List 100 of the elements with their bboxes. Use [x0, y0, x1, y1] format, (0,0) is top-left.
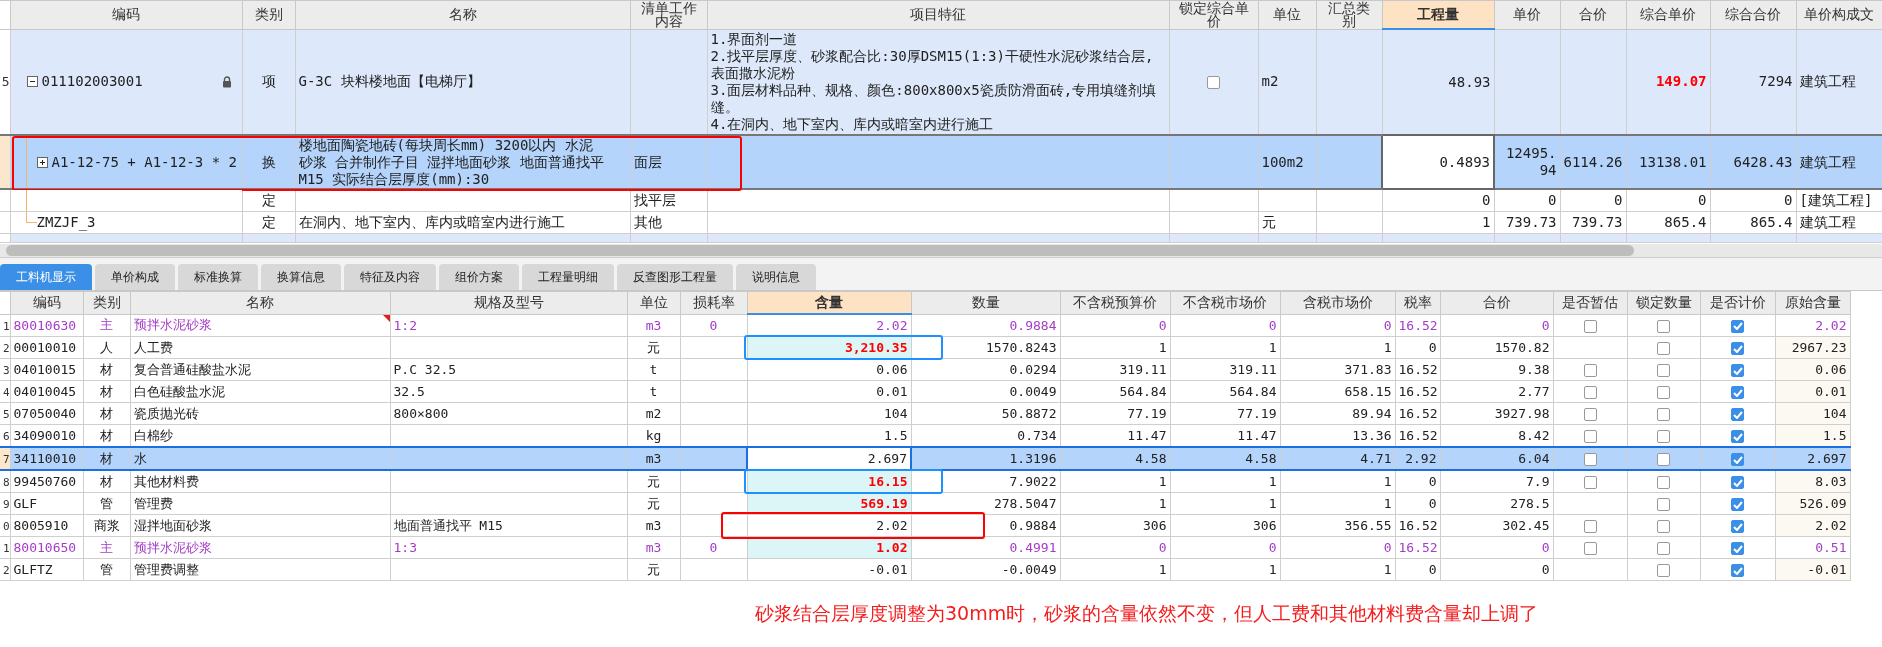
checkbox[interactable] — [1657, 319, 1670, 333]
column-header[interactable]: 编码 — [10, 291, 83, 314]
table-cell: 16.52 — [1398, 317, 1438, 333]
column-header[interactable]: 损耗率 — [680, 291, 747, 314]
checkbox[interactable] — [1583, 386, 1597, 399]
column-header[interactable]: 单位 — [1258, 0, 1316, 29]
table-cell: 80010650 — [13, 540, 77, 555]
table-cell: 预拌水泥砂浆 — [133, 539, 212, 555]
checkbox[interactable] — [1731, 408, 1744, 421]
tab[interactable]: 反查图形工程量 — [617, 264, 733, 290]
annotation-text: 砂浆结合层厚度调整为30mm时，砂浆的含量依然不变，但人工费和其他材料费含量却上调了 — [755, 601, 1540, 626]
table-cell: 瓷质抛光砖 — [133, 405, 199, 421]
column-header[interactable]: 工程量 — [1382, 0, 1494, 29]
column-header[interactable]: 锁定数量 — [1627, 291, 1700, 314]
checkbox[interactable] — [1657, 430, 1670, 443]
column-header[interactable]: 项目特征 — [707, 0, 1169, 29]
tab[interactable]: 标准换算 — [178, 264, 258, 290]
expand-icon[interactable] — [36, 156, 48, 168]
checkbox[interactable] — [1731, 386, 1744, 399]
checkbox[interactable] — [1731, 520, 1744, 533]
scrollbar-thumb[interactable] — [6, 245, 1634, 256]
checkmark-icon — [1732, 388, 1743, 397]
table-cell: 0 — [1784, 192, 1793, 208]
checkbox[interactable] — [1731, 498, 1744, 511]
table-cell: 526.09 — [1799, 496, 1847, 511]
row-number: 5 — [1, 74, 9, 90]
checkbox[interactable] — [1731, 542, 1744, 555]
column-header[interactable]: 类别 — [83, 291, 130, 314]
checkmark-icon — [1732, 344, 1743, 353]
checkbox[interactable] — [1657, 542, 1670, 555]
table-cell: 9.38 — [1518, 362, 1550, 377]
column-header[interactable]: 单价构成文 — [1796, 0, 1882, 29]
checkbox[interactable] — [1207, 75, 1220, 89]
checkbox[interactable] — [1583, 453, 1597, 466]
checkbox[interactable] — [1731, 564, 1744, 577]
checkbox[interactable] — [1657, 453, 1670, 466]
tab[interactable]: 特征及内容 — [344, 264, 436, 290]
column-header[interactable]: 不含税预算价 — [1060, 291, 1170, 314]
tab[interactable]: 单价构成 — [95, 264, 175, 290]
column-header[interactable]: 汇总类别 — [1316, 0, 1382, 29]
checkbox[interactable] — [1657, 342, 1670, 355]
column-header[interactable]: 规格及型号 — [390, 291, 627, 314]
checkbox[interactable] — [1731, 430, 1744, 443]
checkbox[interactable] — [1583, 542, 1597, 555]
column-header[interactable]: 锁定综合单价 — [1169, 0, 1258, 29]
table-cell: 0 — [1482, 192, 1491, 208]
table-cell: 0 — [1428, 496, 1437, 511]
checkbox[interactable] — [1583, 364, 1597, 377]
tab[interactable]: 换算信息 — [261, 264, 341, 290]
column-header[interactable]: 合价 — [1560, 0, 1626, 29]
column-header[interactable]: 编码 — [10, 0, 242, 29]
table-cell: GLFTZ — [13, 562, 53, 577]
column-header[interactable]: 单位 — [627, 291, 680, 314]
column-header[interactable]: 清单工作内容 — [630, 0, 707, 29]
tab[interactable]: 说明信息 — [736, 264, 816, 290]
checkbox[interactable] — [1657, 476, 1670, 489]
table-cell: 34090010 — [13, 428, 77, 443]
checkbox[interactable] — [1657, 364, 1670, 377]
column-header[interactable]: 是否计价 — [1700, 291, 1775, 314]
table-cell: 1 — [1158, 474, 1167, 489]
column-header[interactable]: 是否暂估 — [1553, 291, 1627, 314]
checkbox[interactable] — [1731, 342, 1744, 355]
checkbox[interactable] — [1731, 453, 1744, 466]
column-header[interactable]: 含税市场价 — [1280, 291, 1395, 314]
column-header[interactable]: 类别 — [242, 0, 295, 29]
table-cell: 11.47 — [1127, 428, 1167, 443]
checkbox[interactable] — [1657, 520, 1670, 533]
checkbox[interactable] — [1583, 520, 1597, 533]
column-header[interactable]: 综合单价 — [1626, 0, 1710, 29]
tab[interactable]: 工程量明细 — [522, 264, 614, 290]
checkbox[interactable] — [1657, 564, 1670, 577]
table-cell: 0.4991 — [1009, 540, 1057, 555]
column-header[interactable]: 综合合价 — [1710, 0, 1796, 29]
column-header[interactable]: 不含税市场价 — [1170, 291, 1280, 314]
column-header[interactable]: 名称 — [130, 291, 390, 314]
checkbox[interactable] — [1731, 476, 1744, 489]
checkbox[interactable] — [1583, 408, 1597, 421]
column-header[interactable]: 含量 — [747, 291, 911, 314]
checkbox[interactable] — [1583, 430, 1597, 443]
column-header[interactable]: 单价 — [1494, 0, 1560, 29]
checkbox[interactable] — [1583, 476, 1597, 489]
checkbox[interactable] — [1657, 408, 1670, 421]
table-cell: 2.77 — [1518, 384, 1550, 399]
scrollbar[interactable] — [0, 244, 1882, 258]
checkbox[interactable] — [1731, 319, 1744, 333]
collapse-icon[interactable] — [26, 76, 38, 88]
checkbox[interactable] — [1731, 364, 1744, 377]
tab[interactable]: 组价方案 — [439, 264, 519, 290]
column-header[interactable]: 税率 — [1395, 291, 1440, 314]
checkbox[interactable] — [1657, 386, 1670, 399]
checkbox[interactable] — [1583, 319, 1597, 333]
column-header[interactable]: 名称 — [295, 0, 630, 29]
table-cell: 2.697 — [1807, 451, 1847, 466]
column-header[interactable]: 数量 — [911, 291, 1060, 314]
column-header[interactable]: 合价 — [1440, 291, 1553, 314]
checkbox[interactable] — [1657, 498, 1670, 511]
table-cell: 0 — [1541, 317, 1550, 333]
table-cell: 658.15 — [1344, 384, 1392, 399]
column-header[interactable]: 原始含量 — [1775, 291, 1850, 314]
table-cell: 8.03 — [1815, 474, 1847, 489]
